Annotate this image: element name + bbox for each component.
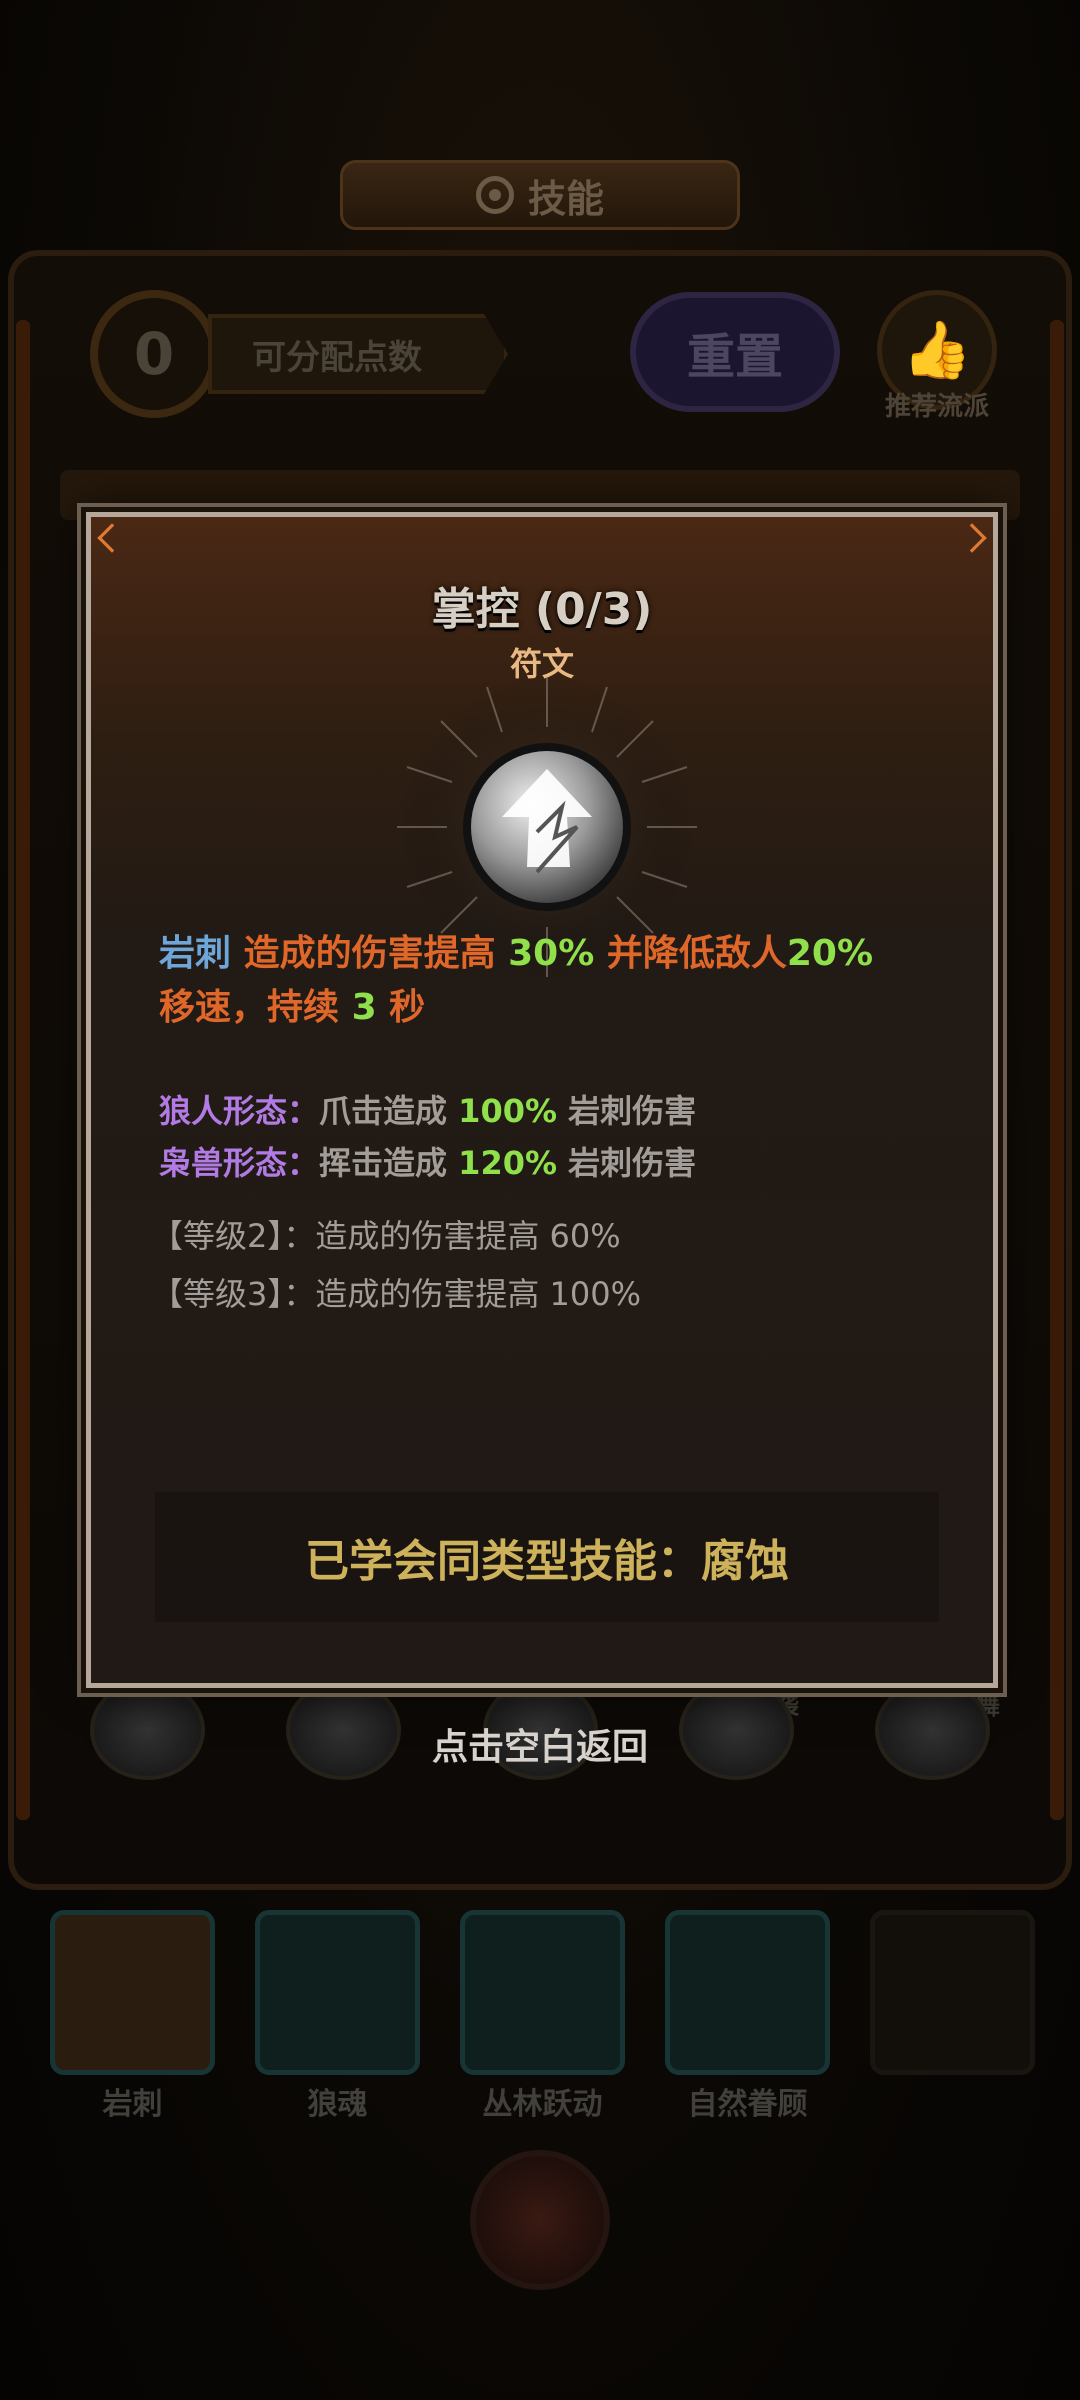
rock-spike-icon bbox=[50, 1910, 215, 2075]
desc-skill-name: 岩刺 bbox=[159, 933, 232, 974]
nature-blessing-icon bbox=[665, 1910, 830, 2075]
corner-ornament-icon bbox=[97, 523, 127, 553]
form-value: 120% bbox=[458, 1144, 558, 1182]
desc-text: 秒 bbox=[389, 987, 426, 1028]
reset-button[interactable]: 重置 bbox=[630, 292, 840, 412]
skill-slot-label: 岩刺 bbox=[102, 2087, 163, 2122]
desc-value: 30% bbox=[508, 933, 595, 974]
form-text: 挥击造成 bbox=[319, 1144, 448, 1182]
desc-text: 造成的伤害提高 bbox=[243, 933, 496, 974]
desc-value: 3 bbox=[351, 987, 377, 1028]
skill-slot-label: 狼魂 bbox=[307, 2087, 368, 2122]
form-effect-row: 狼人形态：爪击造成 100% 岩刺伤害 bbox=[159, 1085, 959, 1137]
recommend-build-label: 推荐流派 bbox=[884, 392, 989, 422]
skill-points: 0 可分配点数 bbox=[90, 290, 508, 418]
frame-rail-right bbox=[1050, 320, 1064, 1820]
close-emblem-icon[interactable] bbox=[470, 2150, 610, 2290]
frame-rail-left bbox=[16, 320, 30, 1820]
page-title-bar: 技能 bbox=[340, 160, 740, 230]
form-value: 100% bbox=[458, 1092, 558, 1130]
skill-slot[interactable]: 狼魂 bbox=[255, 1910, 420, 2122]
form-text: 岩刺伤害 bbox=[568, 1092, 697, 1130]
form-effects: 狼人形态：爪击造成 100% 岩刺伤害 枭兽形态：挥击造成 120% 岩刺伤害 bbox=[159, 1085, 959, 1189]
form-name: 狼人形态： bbox=[159, 1092, 320, 1130]
desc-text: 并降低敌人 bbox=[606, 933, 787, 974]
form-text: 爪击造成 bbox=[319, 1092, 448, 1130]
page-title: 技能 bbox=[527, 176, 604, 221]
empty-slot bbox=[870, 1910, 1035, 2075]
skill-points-label: 可分配点数 bbox=[208, 314, 508, 394]
skill-description: 岩刺 造成的伤害提高 30% 并降低敌人20% 移速，持续 3 秒 bbox=[159, 927, 959, 1035]
desc-value: 20% bbox=[786, 933, 874, 974]
skill-points-value: 0 bbox=[90, 290, 218, 418]
tap-to-return-hint[interactable]: 点击空白返回 bbox=[0, 1718, 1080, 1770]
skill-slot-label: 自然眷顾 bbox=[687, 2087, 808, 2122]
skill-slot[interactable]: 丛林跃动 bbox=[460, 1910, 625, 2122]
desc-text: 移速，持续 bbox=[159, 987, 340, 1028]
jungle-leap-icon bbox=[460, 1910, 625, 2075]
skill-title: 掌控 (0/3) bbox=[431, 584, 653, 635]
skill-detail-dialog: 掌控 (0/3) 符文 岩刺 造成的伤害提高 30% 并降低敌人20% 移速，持… bbox=[86, 512, 998, 1688]
skill-slot-label: 丛林跃动 bbox=[482, 2087, 603, 2122]
recommend-build-button[interactable]: 👍 推荐流派 bbox=[872, 290, 1002, 430]
skill-slot[interactable]: 自然眷顾 bbox=[665, 1910, 830, 2122]
corner-ornament-icon bbox=[957, 523, 987, 553]
equipped-skill-slots: 岩刺 狼魂 丛林跃动 自然眷顾 bbox=[40, 1910, 1040, 2122]
form-name: 枭兽形态： bbox=[159, 1144, 320, 1182]
form-effect-row: 枭兽形态：挥击造成 120% 岩刺伤害 bbox=[159, 1137, 959, 1189]
skill-slot[interactable]: 岩刺 bbox=[50, 1910, 215, 2122]
level-upgrade-row: 【等级3】：造成的伤害提高 100% bbox=[151, 1275, 642, 1313]
form-text: 岩刺伤害 bbox=[568, 1144, 697, 1182]
level-upgrade-row: 【等级2】：造成的伤害提高 60% bbox=[151, 1217, 621, 1255]
skill-emblem-icon bbox=[475, 176, 514, 214]
learned-skill-notice: 已学会同类型技能：腐蚀 bbox=[155, 1492, 939, 1622]
skill-slot-empty[interactable] bbox=[870, 1910, 1035, 2120]
level-upgrades: 【等级2】：造成的伤害提高 60% 【等级3】：造成的伤害提高 100% bbox=[151, 1207, 951, 1323]
wolf-spirit-icon bbox=[255, 1910, 420, 2075]
